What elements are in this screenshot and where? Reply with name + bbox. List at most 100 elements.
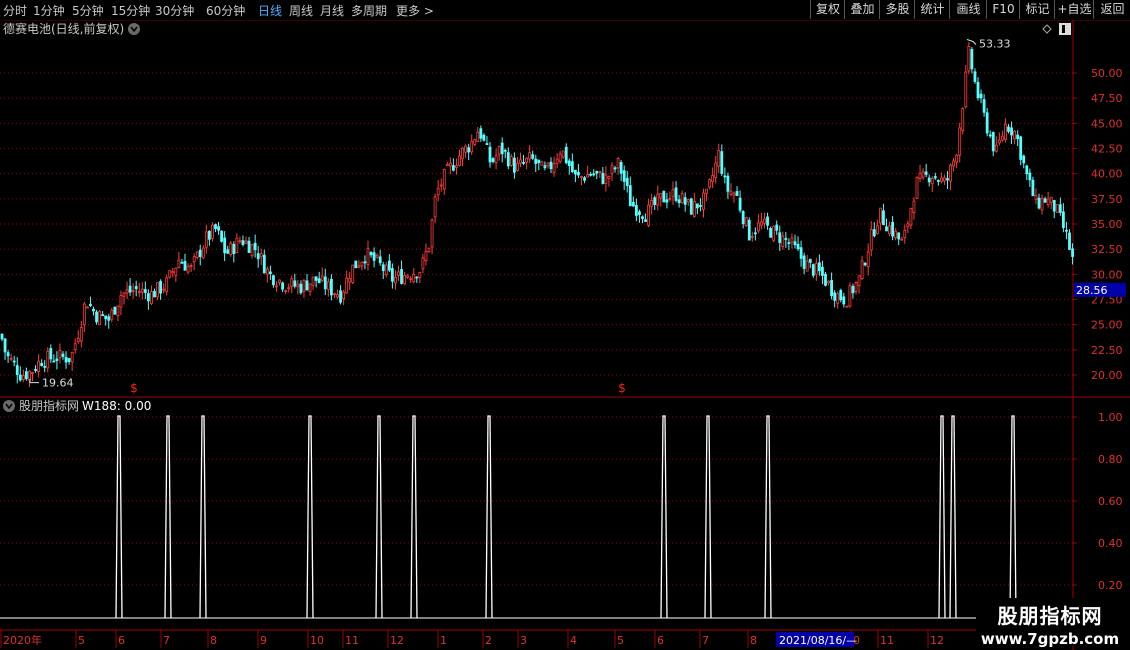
- candle-body: [851, 285, 855, 294]
- candle-body: [781, 235, 785, 247]
- candle-body: [769, 227, 772, 238]
- candle-body: [778, 232, 782, 243]
- candle-body: [860, 260, 864, 279]
- candle-body: [363, 261, 367, 264]
- toolbar-button-1[interactable]: 叠加: [844, 0, 880, 19]
- time-axis-label: 3: [520, 634, 527, 647]
- toolbar-button-0[interactable]: 复权: [810, 0, 845, 19]
- candle-body: [732, 192, 736, 196]
- candle-body: [958, 127, 962, 156]
- candle-body: [67, 358, 71, 362]
- indicator-spike: [375, 415, 383, 619]
- indicator-spike: [704, 415, 712, 619]
- candle-body: [1046, 198, 1050, 205]
- candle-body: [156, 282, 159, 298]
- indicator-spike: [115, 415, 123, 619]
- indicator-readout: W188: 0.00: [82, 399, 151, 413]
- candle-body: [171, 271, 175, 274]
- period-tab-7[interactable]: 周线: [289, 2, 313, 19]
- candle-body: [220, 230, 224, 242]
- candle-body: [394, 277, 397, 284]
- candle-body: [833, 292, 837, 301]
- candle-body: [818, 262, 821, 272]
- candle-body: [1004, 123, 1007, 140]
- indicator-spike: [164, 415, 172, 619]
- diamond-icon[interactable]: [1042, 24, 1052, 34]
- candle-body: [525, 157, 528, 163]
- period-tab-2[interactable]: 5分钟: [72, 2, 104, 19]
- toolbar-button-4[interactable]: 画线: [949, 0, 987, 19]
- candle-body: [229, 242, 233, 255]
- candle-body: [723, 175, 727, 178]
- candle-body: [140, 288, 144, 293]
- candle-body: [58, 349, 62, 359]
- candle-body: [580, 176, 583, 178]
- period-tab-8[interactable]: 月线: [320, 2, 344, 19]
- candle-body: [741, 211, 745, 225]
- candle-body: [696, 203, 699, 209]
- period-tab-3[interactable]: 15分钟: [111, 2, 150, 19]
- stock-chart[interactable]: 50.00 47.50 45.00 42.50 40.00 37.50 35.00 32.50…: [0, 20, 1130, 650]
- high-price-label: 53.33: [979, 37, 1011, 50]
- candle-body: [936, 179, 940, 182]
- candle-body: [631, 201, 635, 207]
- toolbar-button-8[interactable]: 返回: [1093, 0, 1130, 19]
- candle-body: [760, 221, 763, 226]
- toolbar-button-5[interactable]: F10: [986, 0, 1020, 19]
- candle-body: [375, 254, 379, 258]
- candle-body: [604, 174, 608, 184]
- candle-body: [217, 226, 220, 231]
- candle-body: [924, 171, 928, 175]
- candle-body: [872, 229, 876, 237]
- candle-body: [647, 204, 650, 226]
- candle-body: [814, 262, 818, 275]
- candle-body: [513, 157, 516, 173]
- period-tab-5[interactable]: 60分钟: [206, 2, 245, 19]
- indicator-spike: [660, 415, 668, 619]
- candle-body: [628, 185, 632, 207]
- candle-body: [366, 248, 370, 265]
- candle-body: [70, 352, 74, 363]
- candle-body: [326, 281, 330, 290]
- candle-body: [497, 146, 501, 155]
- candle-body: [955, 154, 959, 163]
- period-tab-9[interactable]: 多周期: [351, 2, 387, 19]
- candle-body: [903, 229, 907, 239]
- candle-body: [186, 265, 190, 273]
- candle-body: [1068, 232, 1071, 250]
- price-axis-label: 22.50: [1091, 344, 1123, 357]
- period-tab-6[interactable]: 日线: [258, 2, 282, 19]
- toolbar-button-6[interactable]: 标记: [1019, 0, 1055, 19]
- candle-body: [12, 360, 16, 363]
- candle-body: [421, 257, 425, 270]
- candle-body: [891, 222, 894, 237]
- candle-body: [76, 337, 80, 342]
- candle-body: [52, 360, 56, 363]
- toolbar-button-2[interactable]: 多股: [879, 0, 915, 19]
- candle-body: [113, 306, 117, 315]
- candle-body: [406, 275, 410, 278]
- candle-body: [64, 356, 68, 363]
- period-tab-0[interactable]: 分时: [3, 2, 27, 19]
- candle-body: [888, 225, 891, 235]
- period-tab-10[interactable]: 更多 >: [396, 2, 434, 19]
- candle-body: [378, 256, 382, 264]
- period-tab-4[interactable]: 30分钟: [155, 2, 194, 19]
- period-tab-1[interactable]: 1分钟: [33, 2, 65, 19]
- candle-body: [165, 277, 169, 293]
- candle-body: [668, 197, 672, 200]
- candle-body: [940, 177, 943, 182]
- candle-body: [214, 224, 217, 230]
- candle-body: [625, 177, 629, 187]
- toolbar-button-7[interactable]: +自选: [1054, 0, 1094, 19]
- candle-body: [714, 162, 718, 178]
- toolbar-button-3[interactable]: 统计: [914, 0, 950, 19]
- candle-body: [967, 45, 971, 72]
- time-axis-label: 8: [750, 634, 757, 647]
- candle-body: [988, 134, 992, 137]
- time-axis-label: 6: [657, 634, 664, 647]
- candle-body: [201, 247, 205, 259]
- candle-body: [653, 197, 657, 205]
- chevron-down-icon[interactable]: [128, 23, 140, 35]
- indicator-menu-icon[interactable]: [3, 400, 15, 412]
